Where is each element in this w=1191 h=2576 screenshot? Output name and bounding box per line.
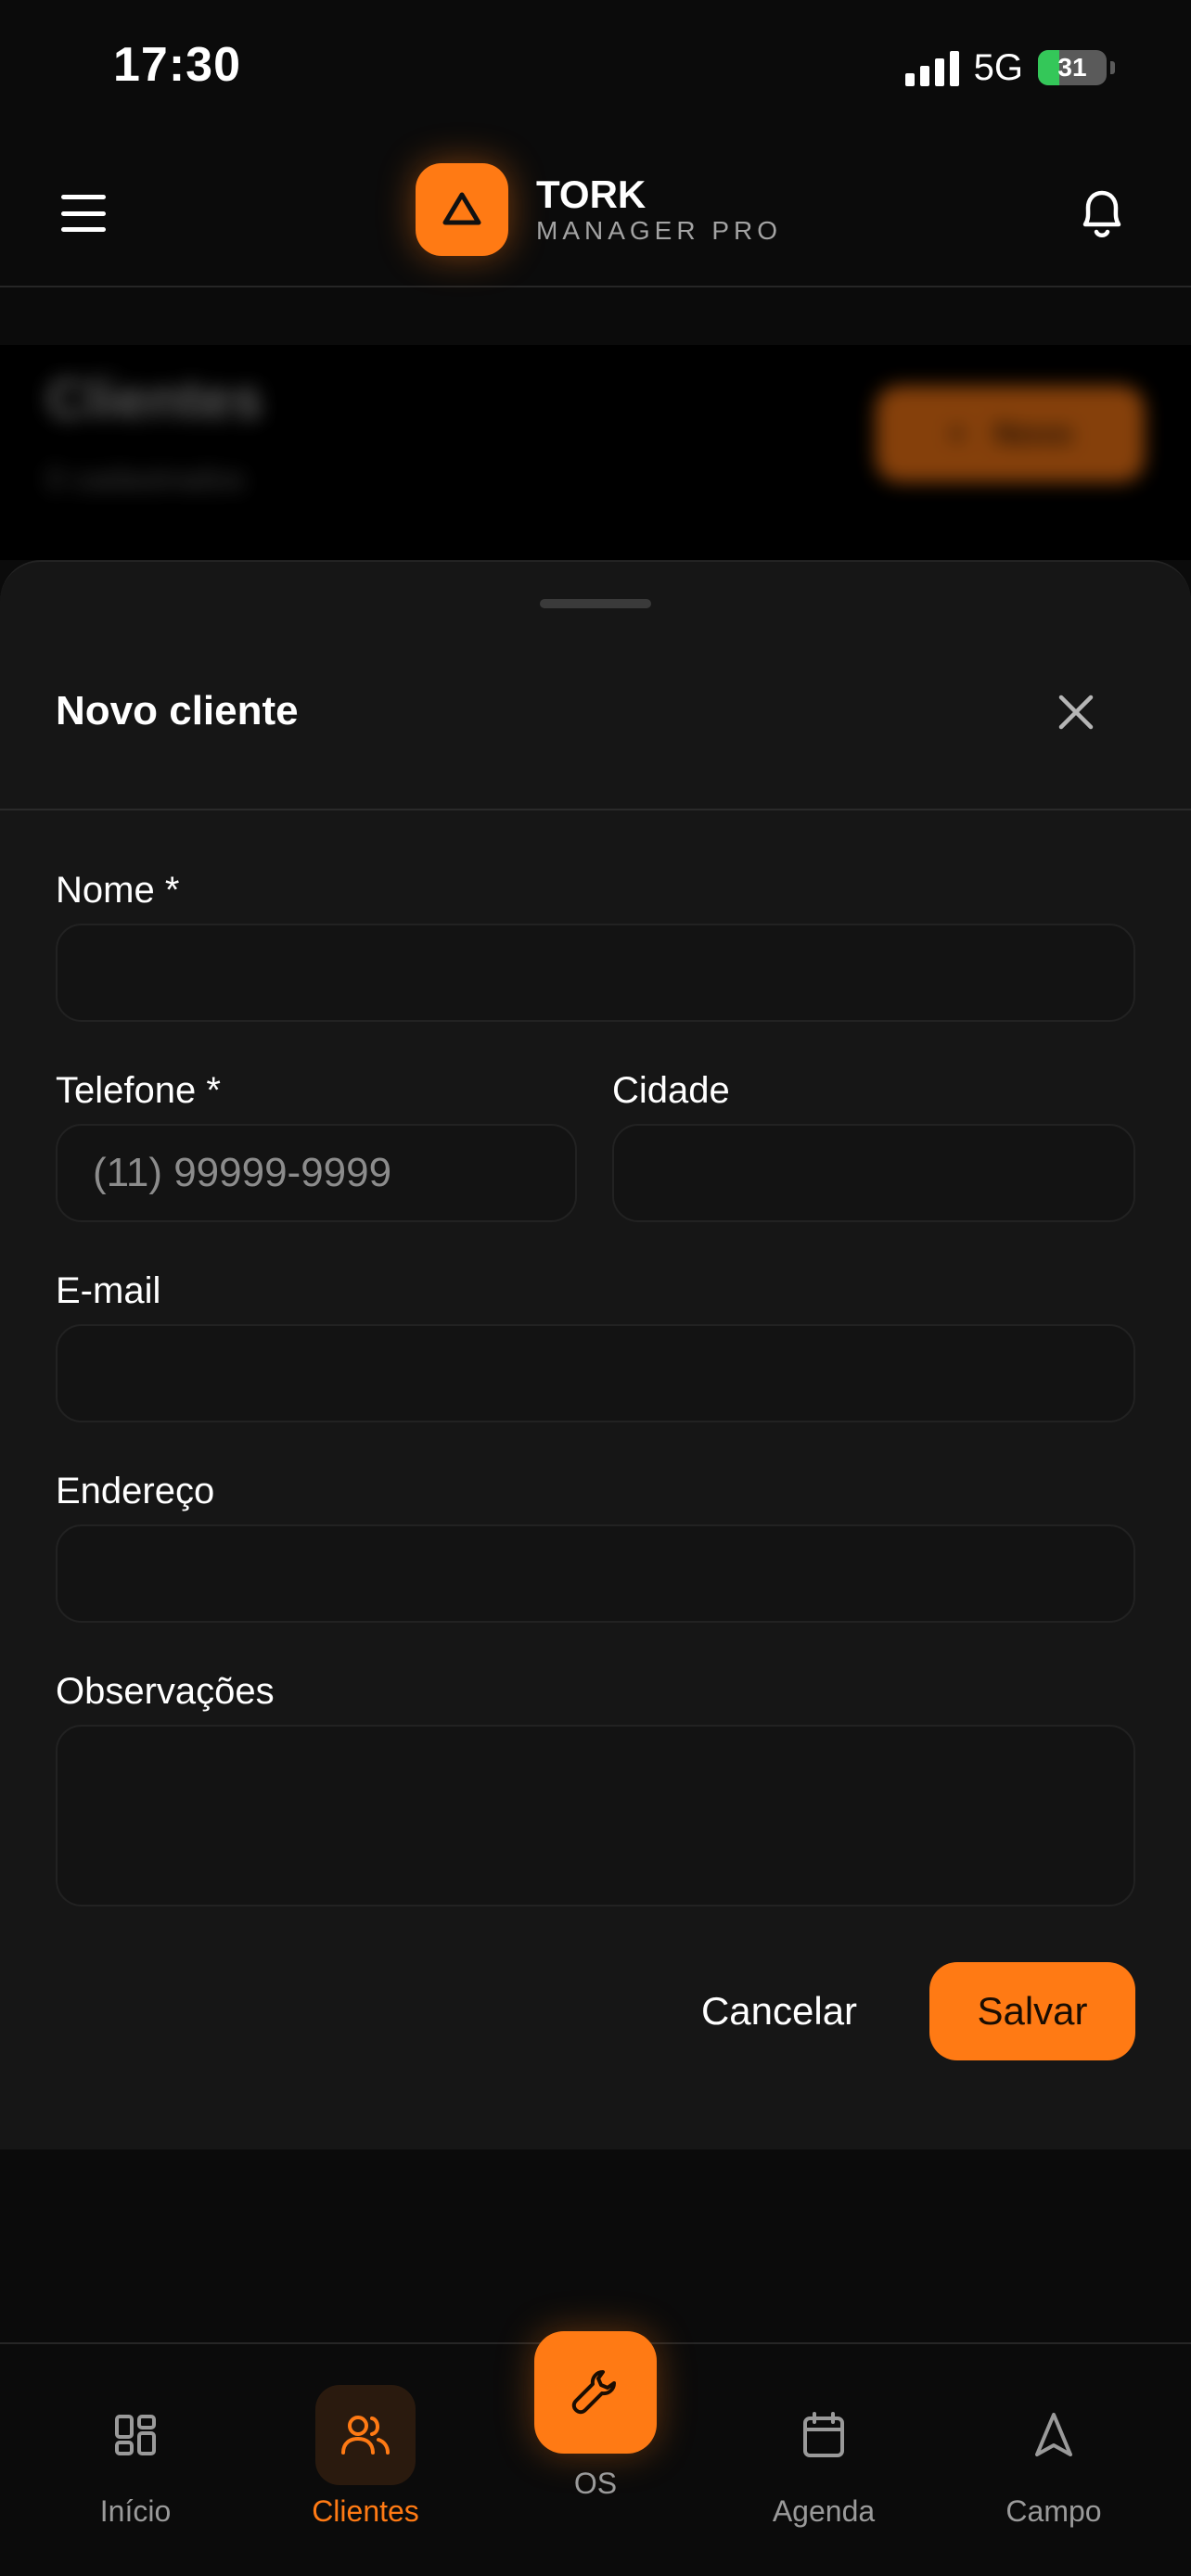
nav-label-os: OS — [573, 2467, 618, 2500]
battery-icon: 31 — [1038, 50, 1107, 85]
signal-icon — [904, 49, 959, 86]
bottom-nav: Início Clientes OS Agenda Campo — [0, 2331, 1191, 2576]
new-client-sheet: Novo cliente Nome * Telefone * Cidade E-… — [0, 560, 1191, 2149]
hamburger-menu-icon[interactable] — [56, 187, 111, 239]
users-icon — [315, 2385, 416, 2485]
app-header: TORK MANAGER PRO — [0, 139, 1191, 287]
sheet-grabber[interactable] — [540, 599, 651, 608]
save-button[interactable]: Salvar — [929, 1962, 1135, 2060]
email-input[interactable] — [56, 1324, 1135, 1422]
bell-icon[interactable] — [1067, 178, 1137, 249]
background-new-button: + Novo — [876, 386, 1145, 482]
status-time: 17:30 — [113, 38, 241, 92]
cidade-label: Cidade — [612, 1070, 730, 1111]
nav-item-agenda[interactable]: Agenda — [731, 2385, 916, 2529]
email-label: E-mail — [56, 1270, 161, 1311]
background-page-count: 0 cadastrados — [46, 462, 245, 497]
battery-tip — [1110, 61, 1115, 74]
nav-item-inicio[interactable]: Início — [43, 2385, 228, 2529]
calendar-icon — [774, 2385, 874, 2485]
nav-label-campo: Campo — [1005, 2494, 1102, 2528]
sheet-title: Novo cliente — [56, 688, 299, 733]
observacoes-textarea[interactable] — [56, 1725, 1135, 1906]
wrench-icon — [534, 2331, 657, 2454]
nav-label-inicio: Início — [99, 2494, 172, 2528]
grid-icon — [85, 2385, 186, 2485]
logo-icon — [416, 163, 508, 256]
background-new-label: Novo — [993, 415, 1073, 452]
cancel-button[interactable]: Cancelar — [672, 1962, 887, 2060]
nome-label: Nome * — [56, 870, 180, 911]
endereco-label: Endereço — [56, 1471, 215, 1511]
navigation-arrow-icon — [1004, 2385, 1104, 2485]
cidade-input[interactable] — [612, 1124, 1135, 1222]
plus-icon: + — [947, 415, 967, 452]
battery-level: 31 — [1057, 53, 1087, 82]
telefone-label: Telefone * — [56, 1070, 221, 1111]
brand-subtitle: MANAGER PRO — [536, 216, 783, 245]
telefone-input[interactable] — [56, 1124, 577, 1222]
sheet-header: Novo cliente — [0, 655, 1191, 810]
endereco-input[interactable] — [56, 1524, 1135, 1623]
network-type: 5G — [973, 46, 1023, 88]
nav-label-clientes: Clientes — [312, 2494, 419, 2528]
nome-input[interactable] — [56, 924, 1135, 1022]
nav-label-agenda: Agenda — [772, 2494, 876, 2528]
background-page-title: Clientes — [46, 368, 263, 430]
status-bar: 17:30 5G 31 — [0, 0, 1191, 139]
nav-item-os[interactable]: OS — [534, 2331, 657, 2501]
background-page: Clientes 0 cadastrados + Novo — [0, 289, 1191, 560]
close-icon[interactable] — [1046, 682, 1106, 742]
observacoes-label: Observações — [56, 1671, 275, 1712]
status-indicators: 5G 31 — [904, 45, 1115, 91]
brand-title: TORK — [536, 172, 647, 216]
nav-item-clientes[interactable]: Clientes — [273, 2385, 458, 2529]
nav-item-campo[interactable]: Campo — [961, 2385, 1146, 2529]
brand: TORK MANAGER PRO — [416, 163, 782, 256]
